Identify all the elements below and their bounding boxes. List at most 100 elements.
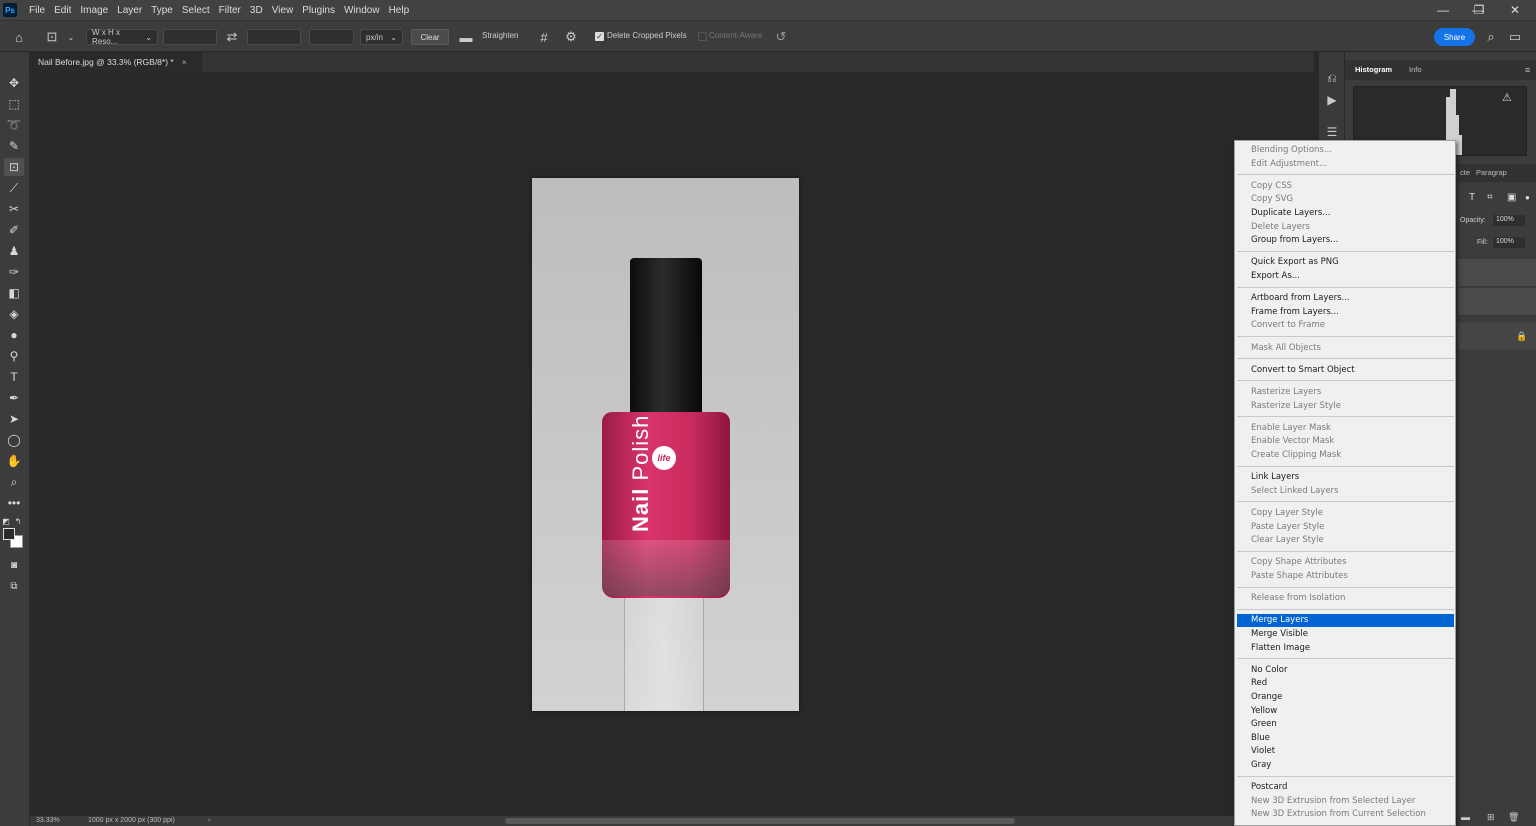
menu-item-rasterize-layer-style[interactable]: Rasterize Layer Style bbox=[1237, 400, 1454, 413]
menu-item-gray[interactable]: Gray bbox=[1237, 759, 1454, 772]
layer-row[interactable]: 🔒 bbox=[1458, 323, 1536, 351]
actions-play-icon[interactable]: ▶ bbox=[1324, 92, 1340, 108]
menu-item-mask-all-objects[interactable]: Mask All Objects bbox=[1237, 342, 1454, 355]
gradient-tool-icon[interactable]: ◈ bbox=[4, 305, 24, 323]
unit-select[interactable]: px/in ⌄ bbox=[360, 29, 403, 45]
menu-item-paste-shape-attributes[interactable]: Paste Shape Attributes bbox=[1237, 570, 1454, 583]
menu-type[interactable]: Type bbox=[147, 5, 177, 16]
menu-item-merge-visible[interactable]: Merge Visible bbox=[1237, 628, 1454, 641]
layer-row[interactable] bbox=[1458, 288, 1536, 316]
path-selection-tool-icon[interactable]: ➤ bbox=[4, 410, 24, 428]
share-button[interactable]: Share bbox=[1434, 28, 1475, 46]
quick-selection-tool-icon[interactable]: ✎ bbox=[4, 137, 24, 155]
fill-field[interactable]: 100% bbox=[1493, 237, 1525, 248]
menu-view[interactable]: View bbox=[268, 5, 298, 16]
crop-tool-icon[interactable]: ⊡ bbox=[43, 28, 61, 46]
menu-item-postcard[interactable]: Postcard bbox=[1237, 781, 1454, 794]
menu-item-convert-to-frame[interactable]: Convert to Frame bbox=[1237, 319, 1454, 332]
menu-item-flatten-image[interactable]: Flatten Image bbox=[1237, 642, 1454, 655]
tab-character[interactable]: cte bbox=[1460, 168, 1470, 177]
move-tool-icon[interactable]: ✥ bbox=[4, 74, 24, 92]
menu-item-copy-shape-attributes[interactable]: Copy Shape Attributes bbox=[1237, 556, 1454, 569]
menu-select[interactable]: Select bbox=[178, 5, 214, 16]
horizontal-scrollbar[interactable] bbox=[505, 818, 1015, 824]
menu-item-group-from-layers[interactable]: Group from Layers... bbox=[1237, 234, 1454, 247]
grid-overlay-icon[interactable]: # bbox=[535, 28, 553, 46]
menu-item-copy-svg[interactable]: Copy SVG bbox=[1237, 193, 1454, 206]
menu-item-convert-to-smart-object[interactable]: Convert to Smart Object bbox=[1237, 364, 1454, 377]
swap-icon[interactable]: ⇄ bbox=[223, 28, 241, 46]
quick-mask-icon[interactable]: ◙ bbox=[4, 556, 24, 574]
menu-item-export-as[interactable]: Export As... bbox=[1237, 270, 1454, 283]
brush-tool-icon[interactable]: ✐ bbox=[4, 221, 24, 239]
clear-button[interactable]: Clear bbox=[411, 29, 449, 45]
lasso-tool-icon[interactable]: ➰ bbox=[4, 116, 24, 134]
menu-item-enable-vector-mask[interactable]: Enable Vector Mask bbox=[1237, 435, 1454, 448]
hand-tool-icon[interactable]: ✋ bbox=[4, 452, 24, 470]
search-icon[interactable]: ⌕ bbox=[1482, 28, 1500, 46]
pen-tool-icon[interactable]: ✒ bbox=[4, 389, 24, 407]
document-tab[interactable]: Nail Before.jpg @ 33.3% (RGB/8*) * × bbox=[30, 52, 202, 72]
menu-item-no-color[interactable]: No Color bbox=[1237, 664, 1454, 677]
history-panel-icon[interactable]: ⎌ bbox=[1324, 70, 1340, 86]
menu-filter[interactable]: Filter bbox=[215, 5, 245, 16]
tab-paragraph[interactable]: Paragrap bbox=[1476, 168, 1507, 177]
menu-item-release-from-isolation[interactable]: Release from Isolation bbox=[1237, 592, 1454, 605]
more-tools-icon[interactable]: ••• bbox=[4, 494, 24, 512]
menu-item-quick-export-as-png[interactable]: Quick Export as PNG bbox=[1237, 256, 1454, 269]
workspace-icon[interactable]: ▭ bbox=[1506, 28, 1524, 46]
menu-image[interactable]: Image bbox=[76, 5, 112, 16]
restore-button[interactable]: ❐ bbox=[1461, 0, 1497, 20]
menu-item-new-3d-extrusion-from-selected-layer[interactable]: New 3D Extrusion from Selected Layer bbox=[1237, 795, 1454, 808]
menu-item-copy-css[interactable]: Copy CSS bbox=[1237, 180, 1454, 193]
menu-item-duplicate-layers[interactable]: Duplicate Layers... bbox=[1237, 207, 1454, 220]
crop-tool-icon[interactable]: ⊡ bbox=[4, 158, 24, 176]
menu-item-violet[interactable]: Violet bbox=[1237, 745, 1454, 758]
lock-position-icon[interactable]: ⌗ bbox=[1487, 192, 1493, 203]
panel-menu-icon[interactable]: ≡ bbox=[1525, 65, 1530, 75]
menu-item-enable-layer-mask[interactable]: Enable Layer Mask bbox=[1237, 422, 1454, 435]
gear-icon[interactable]: ⚙ bbox=[562, 28, 580, 46]
tab-histogram[interactable]: Histogram bbox=[1355, 65, 1392, 74]
resolution-field[interactable] bbox=[309, 29, 354, 45]
menu-help[interactable]: Help bbox=[385, 5, 414, 16]
width-field[interactable] bbox=[163, 29, 217, 45]
chevron-down-icon[interactable]: ⌄ bbox=[62, 28, 80, 46]
menu-layer[interactable]: Layer bbox=[113, 5, 146, 16]
menu-item-blending-options[interactable]: Blending Options... bbox=[1237, 144, 1454, 157]
zoom-level[interactable]: 33.33% bbox=[36, 817, 60, 824]
close-tab-icon[interactable]: × bbox=[182, 57, 187, 67]
type-tool-icon[interactable]: T bbox=[4, 368, 24, 386]
menu-item-clear-layer-style[interactable]: Clear Layer Style bbox=[1237, 534, 1454, 547]
height-field[interactable] bbox=[247, 29, 301, 45]
straighten-label[interactable]: Straighten bbox=[482, 31, 518, 40]
menu-item-paste-layer-style[interactable]: Paste Layer Style bbox=[1237, 521, 1454, 534]
eyedropper-tool-icon[interactable]: ⟋ bbox=[4, 179, 24, 197]
menu-item-new-3d-extrusion-from-current-selection[interactable]: New 3D Extrusion from Current Selection bbox=[1237, 808, 1454, 821]
menu-item-link-layers[interactable]: Link Layers bbox=[1237, 471, 1454, 484]
content-aware-checkbox[interactable] bbox=[698, 32, 707, 41]
new-layer-icon[interactable]: ⊞ bbox=[1487, 812, 1495, 823]
ratio-preset-select[interactable]: W x H x Reso... ⌄ bbox=[86, 28, 158, 46]
opacity-field[interactable]: 100% bbox=[1493, 215, 1525, 226]
dodge-tool-icon[interactable]: ⚲ bbox=[4, 347, 24, 365]
zoom-tool-icon[interactable]: ⌕ bbox=[4, 473, 24, 491]
eraser-tool-icon[interactable]: ◧ bbox=[4, 284, 24, 302]
menu-item-select-linked-layers[interactable]: Select Linked Layers bbox=[1237, 485, 1454, 498]
menu-plugins[interactable]: Plugins bbox=[298, 5, 339, 16]
menu-window[interactable]: Window bbox=[340, 5, 384, 16]
menu-item-orange[interactable]: Orange bbox=[1237, 691, 1454, 704]
new-group-icon[interactable]: ▬ bbox=[1461, 812, 1470, 822]
menu-file[interactable]: File bbox=[25, 5, 49, 16]
healing-tool-icon[interactable]: ✂ bbox=[4, 200, 24, 218]
menu-3d[interactable]: 3D bbox=[246, 5, 267, 16]
document-image[interactable]: life Nail Polish bbox=[532, 178, 799, 711]
menu-item-green[interactable]: Green bbox=[1237, 718, 1454, 731]
status-arrow-icon[interactable]: › bbox=[208, 817, 210, 824]
screen-mode-icon[interactable]: ⧉ bbox=[4, 577, 24, 595]
home-icon[interactable]: ⌂ bbox=[10, 28, 28, 46]
menu-item-red[interactable]: Red bbox=[1237, 677, 1454, 690]
marquee-tool-icon[interactable]: ⬚ bbox=[4, 95, 24, 113]
ellipse-tool-icon[interactable]: ◯ bbox=[4, 431, 24, 449]
document-info[interactable]: 1000 px x 2000 px (300 ppi) bbox=[88, 817, 175, 824]
